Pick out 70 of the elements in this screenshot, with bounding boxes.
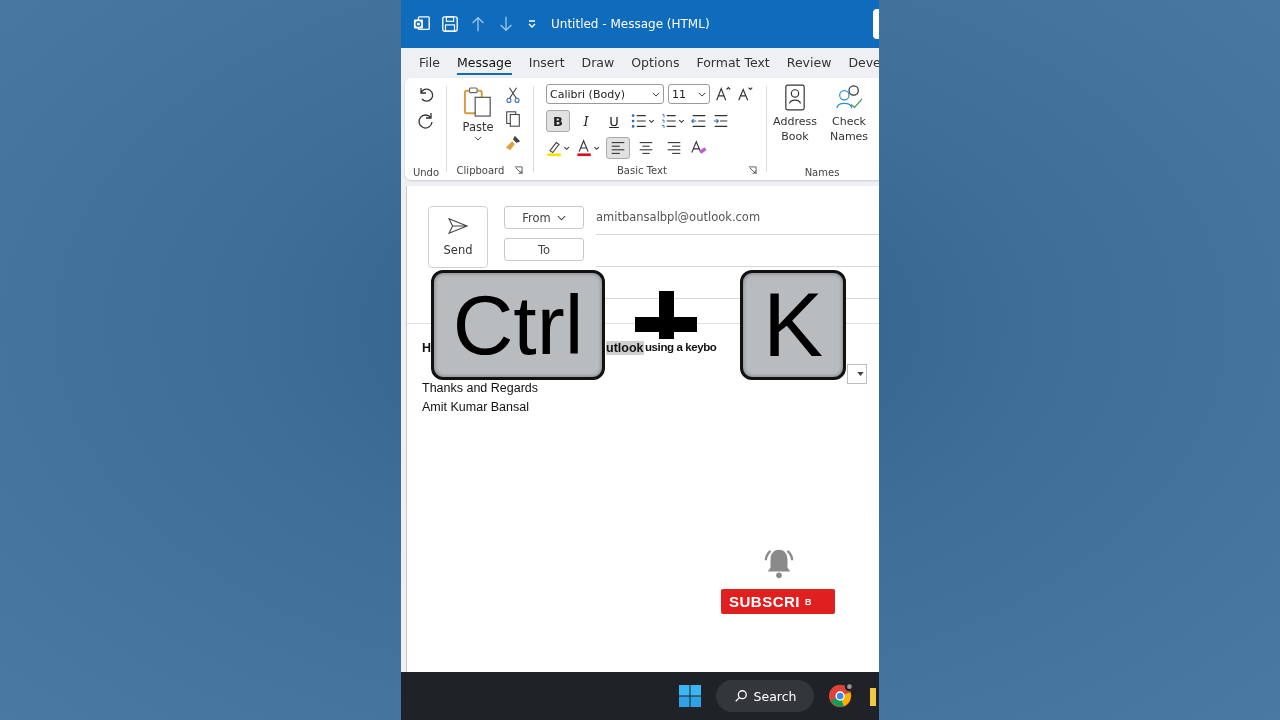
send-icon xyxy=(447,217,469,235)
address-book-icon xyxy=(784,84,806,112)
shrink-font-icon[interactable] xyxy=(736,85,754,103)
check-names-button[interactable]: Check Names xyxy=(825,84,873,145)
caret-icon xyxy=(857,372,864,376)
bullet-list-icon[interactable] xyxy=(630,112,656,130)
redo-icon[interactable] xyxy=(416,110,436,130)
send-button[interactable]: Send xyxy=(428,206,488,268)
from-field[interactable]: amitbansalbpl@outlook.com xyxy=(596,206,879,235)
body-text: H xyxy=(422,341,432,355)
group-label: Undo xyxy=(412,167,440,178)
align-button[interactable] xyxy=(606,137,630,159)
body-text: utlook xyxy=(606,341,644,355)
group-label: Clipboard xyxy=(456,164,505,176)
font-dropdown[interactable]: Calibri (Body) xyxy=(546,84,664,104)
taskbar-search[interactable]: Search xyxy=(716,680,814,712)
clear-formatting-icon[interactable] xyxy=(690,139,708,157)
caret-icon xyxy=(474,136,482,141)
copy-icon[interactable] xyxy=(503,110,522,128)
ribbon-tab[interactable]: File xyxy=(419,51,440,75)
caret-icon xyxy=(556,214,566,221)
ribbon-tab[interactable]: Draw xyxy=(581,51,615,75)
ribbon-tab[interactable]: Insert xyxy=(528,51,565,75)
scissors-icon[interactable] xyxy=(503,86,522,104)
grow-font-icon[interactable] xyxy=(714,85,732,103)
ribbon-tab[interactable]: Options xyxy=(631,51,680,75)
search-box[interactable] xyxy=(873,9,879,39)
keyboard-key: Ctrl xyxy=(431,270,605,380)
to-button[interactable]: To xyxy=(504,238,584,261)
format-painter-icon[interactable] xyxy=(503,134,522,152)
font-color-icon[interactable] xyxy=(576,139,602,157)
from-button[interactable]: From xyxy=(504,206,584,229)
up-arrow-icon[interactable] xyxy=(469,15,487,33)
dialog-launcher-icon[interactable] xyxy=(748,165,757,175)
align-icon xyxy=(609,139,627,157)
windows-start-icon[interactable] xyxy=(678,684,702,708)
numbered-list-icon[interactable] xyxy=(660,112,686,130)
customize-caret-icon[interactable] xyxy=(527,19,537,29)
paste-options-button[interactable] xyxy=(847,364,867,384)
outlook-app-icon[interactable] xyxy=(413,15,431,33)
dialog-launcher-icon[interactable] xyxy=(514,165,524,175)
clipboard-icon xyxy=(463,86,493,118)
align-icon xyxy=(665,139,683,157)
decrease-indent-icon[interactable] xyxy=(690,112,708,130)
align-icon xyxy=(637,139,655,157)
font-size-dropdown[interactable]: 11 xyxy=(668,84,710,104)
increase-indent-icon[interactable] xyxy=(712,112,730,130)
body-text: Amit Kumar Bansal xyxy=(422,399,529,416)
ribbon-tab[interactable]: Message xyxy=(456,51,512,75)
format-button[interactable]: I xyxy=(574,110,598,132)
address-book-button[interactable]: Address Book xyxy=(771,84,819,145)
format-button[interactable]: U xyxy=(602,110,626,132)
plus-sign-icon xyxy=(635,291,697,339)
ribbon-tab[interactable]: Review xyxy=(786,51,832,75)
ribbon-tab[interactable]: Format Text xyxy=(696,51,770,75)
group-label: Names xyxy=(804,167,840,178)
paste-button[interactable]: Paste xyxy=(458,84,498,143)
search-icon xyxy=(733,689,748,703)
subscribe-button[interactable]: SUBSCRI B xyxy=(721,589,835,614)
keyboard-key: K xyxy=(740,270,846,380)
down-arrow-icon[interactable] xyxy=(497,15,515,33)
highlighter-icon[interactable] xyxy=(546,139,572,157)
window-title: Untitled - Message (HTML) xyxy=(551,17,710,31)
caret-icon xyxy=(698,91,706,97)
caret-icon xyxy=(652,91,660,97)
body-text: Thanks and Regards xyxy=(422,380,539,397)
format-button[interactable]: B xyxy=(546,110,570,132)
save-icon[interactable] xyxy=(441,15,459,33)
body-text: using a keybo xyxy=(645,341,717,353)
group-label: Basic Text xyxy=(617,164,667,176)
